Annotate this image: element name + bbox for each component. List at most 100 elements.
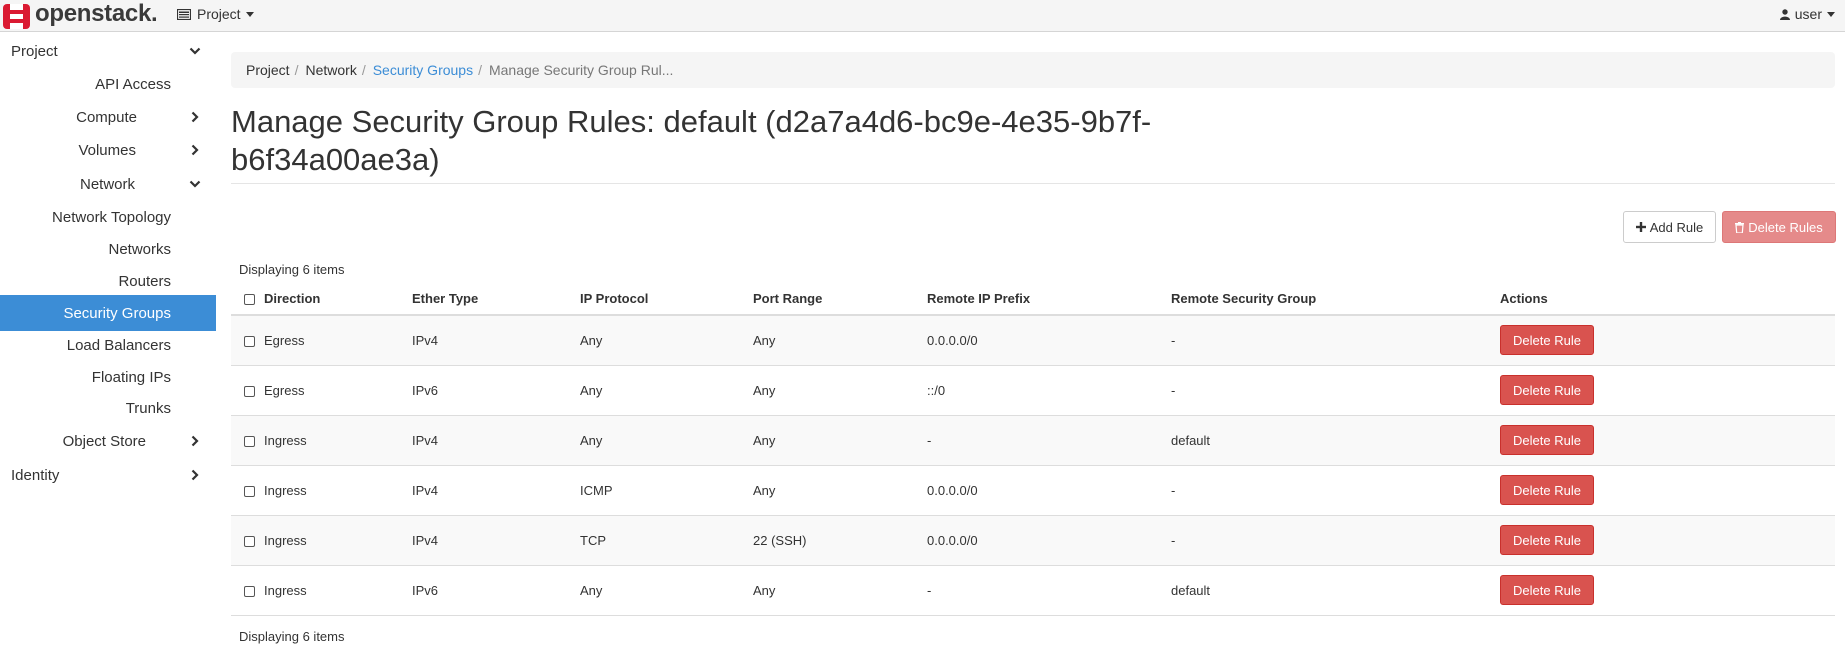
- row-select-cell: [231, 315, 264, 366]
- delete-rule-button[interactable]: Delete Rule: [1500, 375, 1594, 405]
- sidebar-item-security-groups[interactable]: Security Groups: [0, 295, 216, 331]
- cell-ether-type: IPv6: [412, 565, 580, 616]
- sidebar-item-label: API Access: [95, 75, 171, 93]
- delete-rule-button[interactable]: Delete Rule: [1500, 525, 1594, 555]
- cell-actions: Delete Rule: [1500, 365, 1835, 416]
- cell-ether-type: IPv4: [412, 415, 580, 466]
- breadcrumb-item-security-groups[interactable]: Security Groups: [373, 62, 473, 78]
- delete-rule-button[interactable]: Delete Rule: [1500, 425, 1594, 455]
- user-dropdown[interactable]: user: [1779, 0, 1835, 28]
- breadcrumb-item-network[interactable]: Network: [305, 62, 356, 78]
- row-select-cell: [231, 565, 264, 616]
- add-rule-button[interactable]: Add Rule: [1623, 211, 1716, 243]
- cell-ip-protocol: Any: [580, 415, 753, 466]
- cell-remote-ip-prefix: -: [927, 415, 1171, 466]
- cell-ether-type: IPv4: [412, 315, 580, 366]
- cell-ip-protocol: Any: [580, 365, 753, 416]
- cell-direction: Egress: [264, 365, 412, 416]
- column-header-ether-type[interactable]: Ether Type: [412, 283, 580, 316]
- sidebar-item-network[interactable]: Network: [0, 166, 216, 202]
- breadcrumb-separator: /: [294, 62, 299, 78]
- grid-icon: [177, 8, 191, 20]
- breadcrumb-item-project[interactable]: Project: [246, 62, 290, 78]
- cell-direction: Ingress: [264, 465, 412, 516]
- delete-rules-button[interactable]: Delete Rules: [1722, 211, 1836, 243]
- delete-rule-button[interactable]: Delete Rule: [1500, 475, 1594, 505]
- cell-direction: Egress: [264, 315, 412, 366]
- cell-remote-security-group: -: [1171, 315, 1500, 366]
- delete-rule-button[interactable]: Delete Rule: [1500, 325, 1594, 356]
- cell-actions: Delete Rule: [1500, 515, 1835, 566]
- sidebar-item-api-access[interactable]: API Access: [0, 66, 216, 102]
- delete-rule-button[interactable]: Delete Rule: [1500, 575, 1594, 605]
- row-checkbox[interactable]: [244, 335, 255, 347]
- row-checkbox[interactable]: [244, 385, 255, 397]
- cell-remote-security-group: default: [1171, 565, 1500, 616]
- cell-ip-protocol: Any: [580, 565, 753, 616]
- row-checkbox[interactable]: [244, 485, 255, 497]
- breadcrumb-item-current: Manage Security Group Rul...: [488, 62, 674, 78]
- cell-remote-ip-prefix: ::/0: [927, 365, 1171, 416]
- cell-actions: Delete Rule: [1500, 315, 1835, 366]
- title-divider: [231, 183, 1835, 184]
- cell-remote-ip-prefix: 0.0.0.0/0: [927, 515, 1171, 566]
- cell-port-range: Any: [753, 415, 927, 466]
- chevron-right-icon: [191, 469, 199, 481]
- sidebar-item-volumes[interactable]: Volumes: [0, 132, 216, 168]
- row-select-cell: [231, 415, 264, 466]
- cell-ip-protocol: ICMP: [580, 465, 753, 516]
- cell-port-range: Any: [753, 465, 927, 516]
- sidebar-item-label: Routers: [118, 272, 171, 290]
- cell-actions: Delete Rule: [1500, 565, 1835, 616]
- select-all-cell: [231, 283, 264, 316]
- row-checkbox[interactable]: [244, 585, 255, 597]
- sidebar-item-object-store[interactable]: Object Store: [0, 423, 216, 459]
- row-select-cell: [231, 465, 264, 516]
- sidebar-item-routers[interactable]: Routers: [0, 263, 216, 299]
- caret-down-icon: [245, 11, 254, 17]
- sidebar-item-label: Trunks: [125, 399, 171, 417]
- row-select-cell: [231, 365, 264, 416]
- sidebar-item-label: Project: [11, 42, 58, 60]
- table-row: Egress IPv6 Any Any::/0- Delete Rule: [231, 365, 1835, 416]
- top-navbar: openstack. Project user: [0, 0, 1845, 32]
- project-dropdown[interactable]: Project: [177, 0, 254, 28]
- sidebar-item-load-balancers[interactable]: Load Balancers: [0, 327, 216, 363]
- column-header-remote-security-group[interactable]: Remote Security Group: [1171, 283, 1500, 316]
- cell-ip-protocol: TCP: [580, 515, 753, 566]
- table-header-row: Direction Ether Type IP Protocol Port Ra…: [231, 283, 1835, 316]
- sidebar-item-compute[interactable]: Compute: [0, 99, 216, 135]
- cell-remote-security-group: default: [1171, 415, 1500, 466]
- cell-port-range: Any: [753, 365, 927, 416]
- row-checkbox[interactable]: [244, 535, 255, 547]
- table-body: Egress IPv4 Any Any 0.0.0.0/0- Delete Rule Egr…: [231, 315, 1835, 616]
- sidebar-item-network-topology[interactable]: Network Topology: [0, 199, 216, 235]
- sidebar-item-identity[interactable]: Identity: [0, 457, 216, 493]
- caret-down-icon: [1827, 11, 1835, 17]
- sidebar-item-label: Volumes: [78, 141, 136, 159]
- add-rule-label: Add Rule: [1649, 219, 1704, 235]
- breadcrumb: Project / Network / Security Groups / Ma…: [231, 52, 1835, 88]
- sidebar-item-networks[interactable]: Networks: [0, 231, 216, 267]
- cell-ip-protocol: Any: [580, 315, 753, 366]
- select-all-checkbox[interactable]: [244, 294, 255, 306]
- column-header-ip-protocol[interactable]: IP Protocol: [580, 283, 753, 316]
- breadcrumb-separator: /: [361, 62, 366, 78]
- table-row: Ingress IPv6 Any Any - default Delete Rule: [231, 565, 1835, 616]
- column-header-remote-ip-prefix[interactable]: Remote IP Prefix: [927, 283, 1171, 316]
- sidebar-item-project[interactable]: Project: [0, 33, 216, 69]
- brand-logo[interactable]: openstack.: [0, 0, 158, 32]
- security-group-rules-table: Direction Ether Type IP Protocol Port Ra…: [231, 283, 1835, 616]
- column-header-direction[interactable]: Direction: [264, 283, 412, 316]
- breadcrumb-separator: /: [478, 62, 482, 78]
- row-checkbox[interactable]: [244, 435, 255, 447]
- column-header-port-range[interactable]: Port Range: [753, 283, 927, 316]
- user-icon: [1779, 8, 1790, 20]
- chevron-right-icon: [191, 435, 199, 447]
- sidebar-item-trunks[interactable]: Trunks: [0, 390, 216, 426]
- plus-icon: [1635, 222, 1646, 232]
- column-header-actions: Actions: [1500, 283, 1835, 316]
- page-title: Manage Security Group Rules: default (d2…: [231, 104, 1152, 177]
- items-count-top: Displaying 6 items: [239, 262, 345, 277]
- project-dropdown-label: Project: [197, 6, 241, 22]
